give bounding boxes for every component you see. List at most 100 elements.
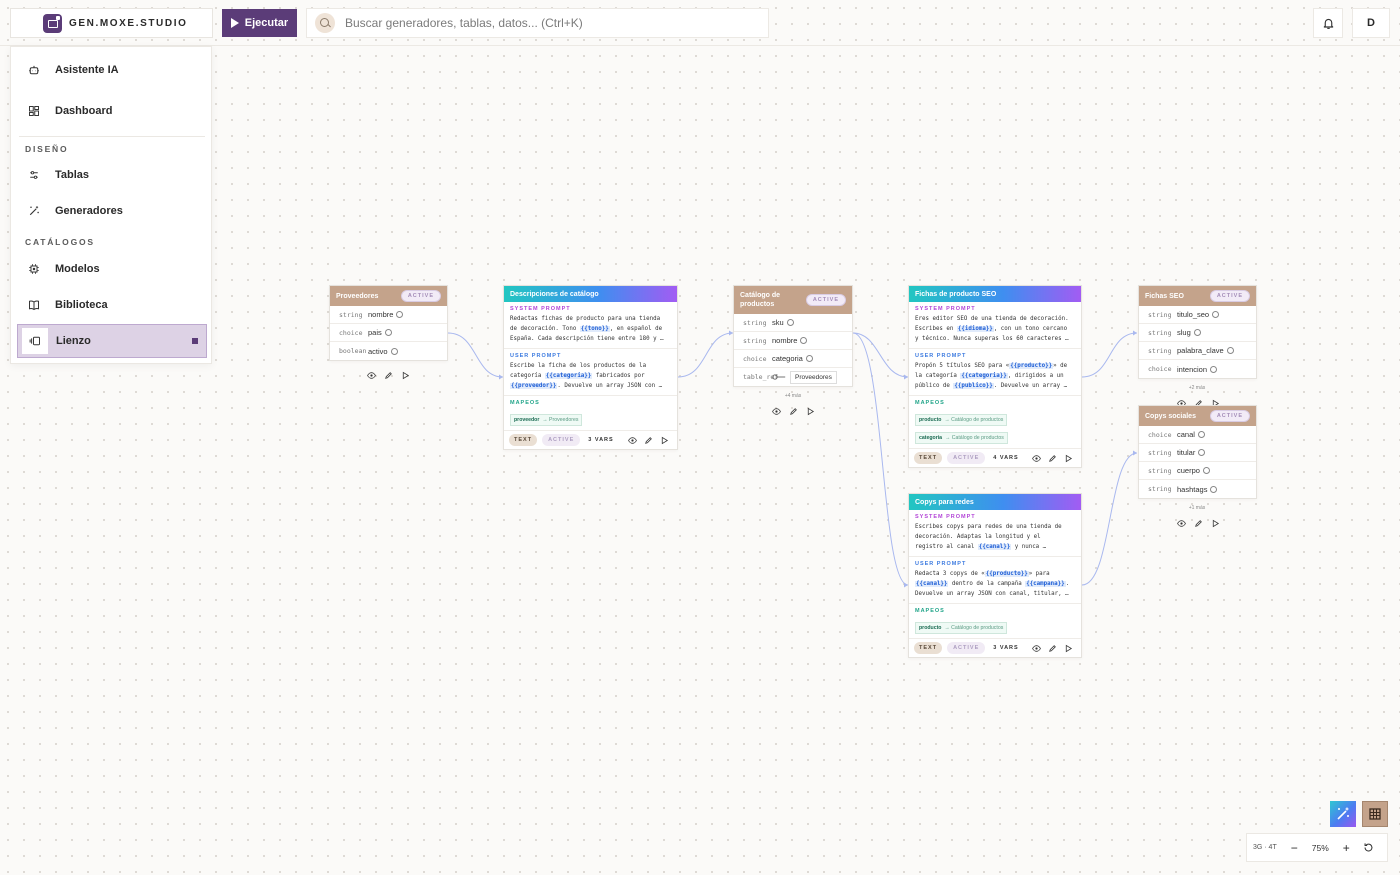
eye-icon[interactable] — [1177, 519, 1186, 528]
field-row[interactable]: string palabra_clave — [1139, 342, 1256, 360]
edit-icon[interactable] — [789, 407, 798, 416]
eye-icon[interactable] — [628, 436, 637, 445]
system-prompt-text: Escribes copys para redes de una tienda … — [915, 522, 1075, 552]
field-row[interactable]: table_ref Proveedores — [734, 368, 852, 386]
edit-icon[interactable] — [1194, 519, 1203, 528]
play-icon[interactable] — [1064, 644, 1073, 653]
info-icon[interactable] — [805, 355, 813, 362]
field-row[interactable]: choice pais — [330, 324, 447, 342]
edit-icon[interactable] — [1048, 454, 1057, 463]
info-icon[interactable] — [396, 311, 404, 318]
field-name-wrap: nombre — [772, 336, 808, 345]
field-row[interactable]: string hashtags — [1139, 480, 1256, 498]
field-name-wrap: canal — [1177, 430, 1205, 439]
canvas-counts: 3G · 4T — [1253, 844, 1277, 851]
prompt-line: {{canal}} dentro de la campaña {{campana… — [915, 579, 1075, 589]
info-icon[interactable] — [390, 347, 398, 355]
prompt-text: . Devuelve un array JSON con … — [557, 383, 663, 389]
play-icon[interactable] — [401, 371, 410, 380]
prompt-line: Propón 5 títulos SEO para «{{producto}}»… — [915, 361, 1075, 371]
field-type: string — [1148, 448, 1172, 457]
info-icon[interactable] — [1210, 365, 1218, 373]
field-type: boolean — [339, 347, 367, 355]
info-icon[interactable] — [800, 337, 808, 344]
table-view-button[interactable] — [1362, 801, 1388, 827]
generator-node-fichas-producto[interactable]: Fichas de producto SEO SYSTEM PROMPT Eres… — [908, 285, 1082, 468]
prompt-text: Eres editor SEO de una tienda de decorac… — [915, 316, 1069, 322]
more-fields[interactable]: +1 más — [1177, 505, 1217, 511]
edit-icon[interactable] — [644, 436, 653, 445]
info-icon[interactable] — [1197, 431, 1205, 438]
user-prompt-label: USER PROMPT — [510, 353, 562, 359]
mapping-pill[interactable]: producto → Catálogo de productos — [915, 414, 1008, 426]
field-type: string — [339, 310, 363, 319]
play-icon[interactable] — [660, 436, 669, 445]
eye-icon[interactable] — [1032, 454, 1041, 463]
play-icon[interactable] — [1211, 519, 1220, 528]
info-icon[interactable] — [1193, 329, 1201, 336]
field-type: string — [1148, 466, 1172, 475]
info-icon[interactable] — [786, 319, 794, 326]
field-name-wrap: pais — [368, 328, 392, 337]
table-node-copys-sociales[interactable]: Copys sociales ACTIVE choice canal string… — [1138, 405, 1257, 499]
node-actions — [1177, 519, 1220, 528]
field-type: string — [743, 318, 767, 327]
field-row[interactable]: string nombre — [330, 306, 447, 324]
info-icon[interactable] — [384, 329, 392, 336]
table-node-catalogo[interactable]: Catálogo de productos ACTIVE string sku s… — [733, 285, 853, 387]
mapping-pill[interactable]: proveedor → Proveedores — [510, 414, 583, 426]
eye-icon[interactable] — [1032, 644, 1041, 653]
prompt-line: Redactas fichas de producto para una tie… — [510, 314, 671, 324]
table-ref-pill[interactable]: Proveedores — [790, 370, 837, 384]
edit-icon[interactable] — [1048, 644, 1057, 653]
field-row[interactable]: boolean activo — [330, 342, 447, 360]
generator-node-copys-redes[interactable]: Copys para redes SYSTEM PROMPT Escribes c… — [908, 493, 1082, 658]
zoom-in-button[interactable]: + — [1343, 841, 1350, 855]
field-row[interactable]: choice categoria — [734, 350, 852, 368]
prompt-text: público de — [915, 383, 954, 389]
edit-icon[interactable] — [384, 371, 393, 380]
eye-icon[interactable] — [367, 371, 376, 380]
field-type: choice — [1148, 365, 1172, 373]
info-icon[interactable] — [1210, 485, 1218, 493]
field-row[interactable]: string nombre — [734, 332, 852, 350]
user-prompt-text: Redacta 3 copys de «{{producto}}» para{{… — [915, 569, 1075, 599]
field-type: string — [1148, 346, 1172, 355]
info-icon[interactable] — [1212, 311, 1220, 318]
eye-icon[interactable] — [772, 407, 781, 416]
table-node-fichas-seo[interactable]: Fichas SEO ACTIVE string titulo_seo strin… — [1138, 285, 1257, 379]
prompt-text: registro al canal — [915, 544, 978, 550]
play-icon[interactable] — [1064, 454, 1073, 463]
info-icon[interactable] — [1202, 467, 1210, 474]
info-icon[interactable] — [1226, 347, 1234, 354]
more-fields[interactable]: +4 más — [773, 393, 813, 399]
zoom-level: 75% — [1311, 842, 1329, 853]
ai-assist-button[interactable] — [1330, 801, 1356, 827]
table-node-proveedores[interactable]: Proveedores ACTIVE string nombre choice pa… — [329, 285, 448, 361]
info-icon[interactable] — [1198, 449, 1206, 456]
field-name: intencion — [1177, 364, 1208, 374]
more-fields[interactable]: +2 más — [1177, 385, 1217, 391]
field-name-wrap: activo — [368, 347, 398, 356]
field-row[interactable]: string cuerpo — [1139, 462, 1256, 480]
field-row[interactable]: string slug — [1139, 324, 1256, 342]
field-name-wrap: sku — [772, 318, 794, 327]
prompt-text: , en español de — [609, 326, 663, 332]
zoom-out-button[interactable]: − — [1291, 841, 1298, 855]
mapping-pill[interactable]: categoria → Catálogo de productos — [915, 432, 1008, 444]
field-row[interactable]: string titulo_seo — [1139, 306, 1256, 324]
field-row[interactable]: choice canal — [1139, 426, 1256, 444]
mapping-key: producto — [919, 625, 942, 631]
variable-token: {{proveedor}} — [510, 383, 558, 389]
field-row[interactable]: choice intencion — [1139, 360, 1256, 378]
mapping-pill[interactable]: producto → Catálogo de productos — [915, 622, 1008, 634]
field-type: table_ref — [743, 373, 779, 381]
reset-view-icon[interactable] — [1363, 842, 1374, 853]
prompt-text: Redacta 3 copys de « — [915, 571, 985, 577]
generator-node-descripciones[interactable]: Descripciones de catálogo SYSTEM PROMPT R… — [503, 285, 678, 450]
field-row[interactable]: string sku — [734, 314, 852, 332]
prompt-text: decoración. Adaptas la longitud y el — [915, 534, 1041, 540]
play-icon[interactable] — [806, 407, 815, 416]
field-row[interactable]: string titular — [1139, 444, 1256, 462]
table-title: Catálogo de productos — [740, 292, 781, 308]
